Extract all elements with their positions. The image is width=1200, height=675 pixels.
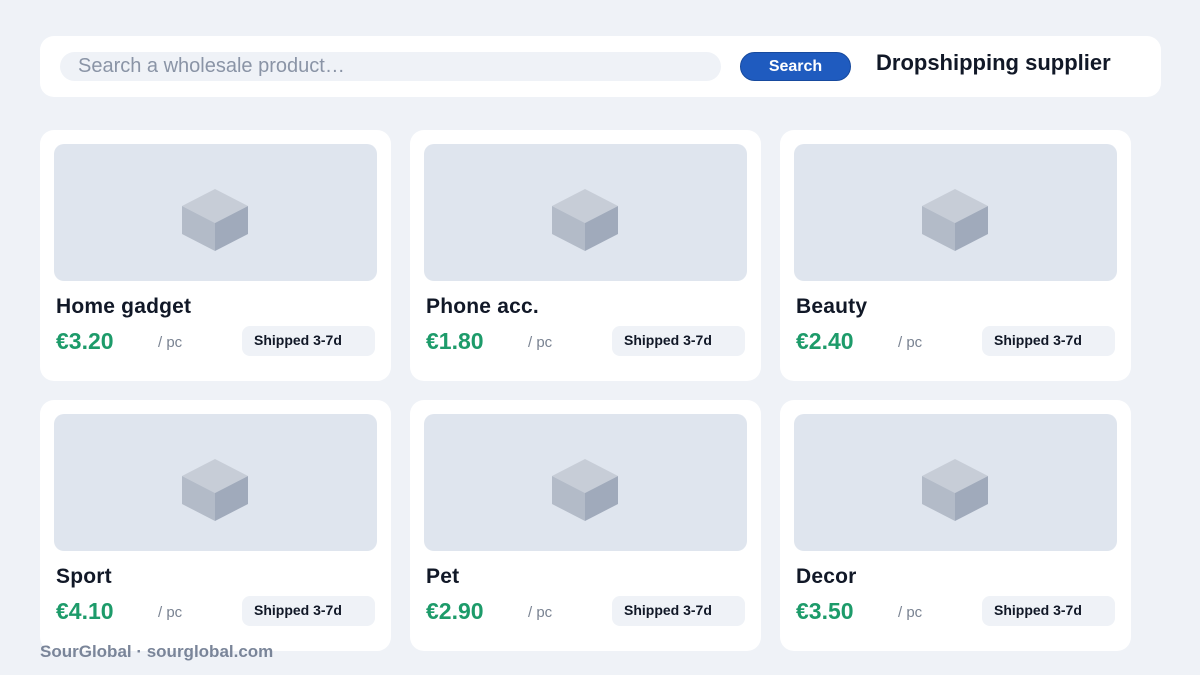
product-card[interactable]: Phone acc. €1.80 / pc Shipped 3-7d [410,130,761,381]
search-bar: Search Dropshipping supplier [40,36,1161,97]
product-name[interactable]: Decor [796,565,857,589]
box-icon [552,189,618,251]
product-thumbnail[interactable] [424,144,747,281]
shipping-badge: Shipped 3-7d [242,326,375,356]
product-card[interactable]: Sport €4.10 / pc Shipped 3-7d [40,400,391,651]
shipping-badge: Shipped 3-7d [982,326,1115,356]
product-card[interactable]: Home gadget €3.20 / pc Shipped 3-7d [40,130,391,381]
box-icon [922,459,988,521]
product-name[interactable]: Pet [426,565,459,589]
product-thumbnail[interactable] [794,144,1117,281]
product-name[interactable]: Phone acc. [426,295,539,319]
price-unit: / pc [158,604,183,621]
product-thumbnail[interactable] [794,414,1117,551]
product-thumbnail[interactable] [424,414,747,551]
product-name[interactable]: Sport [56,565,112,589]
product-card[interactable]: Decor €3.50 / pc Shipped 3-7d [780,400,1131,651]
product-card[interactable]: Beauty €2.40 / pc Shipped 3-7d [780,130,1131,381]
product-price: €1.80 [426,328,484,354]
product-name[interactable]: Beauty [796,295,867,319]
page-title: Dropshipping supplier [876,50,1111,75]
box-icon [182,189,248,251]
box-icon [922,189,988,251]
shipping-badge: Shipped 3-7d [982,596,1115,626]
product-price: €3.50 [796,598,854,624]
shipping-badge: Shipped 3-7d [612,326,745,356]
price-unit: / pc [528,334,553,351]
product-thumbnail[interactable] [54,414,377,551]
product-price: €2.90 [426,598,484,624]
product-card[interactable]: Pet €2.90 / pc Shipped 3-7d [410,400,761,651]
price-unit: / pc [898,334,923,351]
product-price: €3.20 [56,328,114,354]
price-unit: / pc [158,334,183,351]
search-button[interactable]: Search [740,52,851,81]
product-thumbnail[interactable] [54,144,377,281]
product-name[interactable]: Home gadget [56,295,191,319]
price-unit: / pc [898,604,923,621]
shipping-badge: Shipped 3-7d [612,596,745,626]
footer-brand: SourGlobal · sourglobal.com [40,642,274,661]
product-price: €4.10 [56,598,114,624]
shipping-badge: Shipped 3-7d [242,596,375,626]
box-icon [182,459,248,521]
search-input[interactable] [60,52,721,81]
price-unit: / pc [528,604,553,621]
box-icon [552,459,618,521]
product-price: €2.40 [796,328,854,354]
